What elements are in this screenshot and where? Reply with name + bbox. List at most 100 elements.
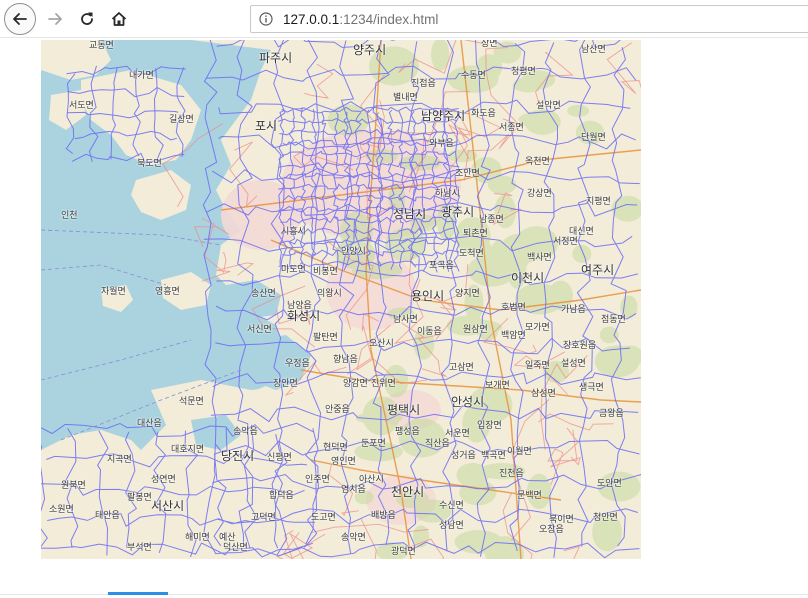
place-label-sangdong: 상면	[481, 40, 498, 49]
place-label-byeollae: 별내면	[393, 93, 418, 103]
place-label-bukdo: 북도면	[137, 159, 162, 169]
info-icon[interactable]	[259, 12, 273, 26]
browser-toolbar: 127.0.0.1:1234/index.html	[0, 0, 808, 38]
place-label-ipjang: 입장면	[477, 421, 502, 431]
place-label-baeksa: 백사면	[527, 253, 552, 263]
place-label-hwado: 화도읍	[471, 109, 496, 119]
place-label-doan: 도안면	[597, 479, 622, 489]
place-label-cheongan: 청안면	[593, 513, 618, 523]
place-label-danwol: 단월면	[581, 133, 606, 143]
place-label-jangan: 장안면	[273, 379, 298, 389]
place-label-hobeop: 호법면	[501, 303, 526, 313]
place-label-seosan: 서산시	[151, 499, 185, 513]
place-label-seongyeon: 성연면	[151, 475, 176, 485]
place-label-jinwi: 진위면	[371, 379, 396, 389]
place-label-songsan: 송산면	[251, 289, 276, 299]
place-label-mogamyeon: 모가면	[525, 323, 550, 333]
place-label-gangsang: 강상면	[527, 189, 552, 199]
place-label-sowon: 소원면	[49, 505, 74, 515]
place-label-bugi: 북이면	[549, 515, 574, 525]
place-label-samseong: 삼성면	[531, 389, 556, 399]
place-label-paengseong: 팽성읍	[395, 427, 420, 437]
place-label-janghowon: 장호원읍	[563, 341, 597, 351]
place-label-taean: 태안읍	[95, 511, 120, 521]
place-label-jeomdong: 점동면	[601, 315, 626, 325]
back-button[interactable]	[4, 3, 36, 35]
place-label-iljuk: 일죽면	[525, 361, 550, 371]
reload-button[interactable]	[72, 5, 102, 33]
place-label-yangji: 양지면	[455, 289, 480, 299]
place-label-sudong: 수동면	[461, 71, 486, 81]
place-label-seokmun: 석문면	[179, 397, 204, 407]
place-label-seonggeo: 성거읍	[451, 451, 476, 461]
place-label-seoun: 서운면	[445, 429, 470, 439]
place-label-jincheon: 진천읍	[499, 469, 524, 479]
map-canvas[interactable]	[41, 40, 641, 559]
home-button[interactable]	[104, 5, 134, 33]
place-label-pyeongtaek: 평택시	[387, 403, 421, 417]
place-label-jipyeong: 지평면	[586, 197, 611, 207]
place-label-idong: 이동읍	[417, 327, 442, 337]
place-label-namyangju: 남양주시	[421, 109, 466, 123]
place-label-jinjeop: 진접읍	[411, 79, 436, 89]
place-label-ujeong: 우정읍	[285, 359, 310, 369]
place-label-hapdeok: 합덕읍	[269, 491, 294, 501]
place-label-seojeongni: 서정면	[553, 237, 578, 247]
place-label-baekgok: 백곡면	[481, 451, 506, 461]
place-label-anjung: 안중읍	[325, 405, 350, 415]
place-label-seongnam2: 성남면	[439, 521, 464, 531]
place-label-palbong: 팔봉면	[127, 493, 152, 503]
place-label-paltan: 팔탄면	[313, 333, 338, 343]
place-label-dangjin: 당진시	[221, 449, 255, 463]
place-label-seongnam: 성남시	[393, 207, 427, 221]
place-label-yeomchi: 염치읍	[341, 485, 366, 495]
place-label-wonsam: 원삼면	[463, 325, 488, 335]
place-label-seosin: 서신면	[247, 325, 272, 335]
place-label-jopeon: 조안면	[455, 169, 480, 179]
place-label-mongsam: 양감면	[343, 379, 368, 389]
place-label-hyeondeok: 현덕면	[323, 443, 348, 453]
place-label-wonbuk: 원북면	[61, 481, 86, 491]
reload-icon	[81, 12, 93, 25]
place-label-daesin: 대신면	[569, 227, 594, 237]
place-label-jiksan: 직산읍	[425, 439, 450, 449]
place-label-yangju: 양주시	[353, 43, 387, 57]
place-label-incheon: 인천	[61, 211, 78, 221]
place-label-toechon: 퇴촌면	[463, 229, 488, 239]
place-label-yongin: 용인시	[411, 289, 445, 303]
place-label-wabu: 와부읍	[429, 139, 454, 149]
place-label-daesan: 대산읍	[137, 419, 162, 429]
place-label-hwaseong: 화성시	[287, 309, 321, 323]
place-label-gilsang: 길상면	[169, 115, 194, 125]
forest-patch	[572, 244, 592, 263]
place-label-namjong: 남종면	[479, 215, 504, 225]
place-label-sinpyeong: 신평면	[267, 453, 292, 463]
place-label-seolseong: 설성면	[561, 359, 586, 369]
address-bar[interactable]: 127.0.0.1:1234/index.html	[250, 5, 808, 33]
place-label-inju: 인주면	[305, 475, 330, 485]
place-label-naega: 내가면	[129, 71, 154, 81]
map-view[interactable]: 교동면 내가면 서도면 길상면 북도면 인천 자월면 영흥면 파주시 양주시 포시 시흥시 안양시 성남시…	[41, 40, 641, 559]
place-label-anseong: 안성시	[451, 395, 485, 409]
bottom-tab-indicator	[108, 592, 168, 595]
url-text: 127.0.0.1:1234/index.html	[283, 12, 438, 27]
forward-button[interactable]	[40, 5, 70, 33]
back-arrow-icon	[13, 13, 27, 25]
forest-patch	[467, 254, 516, 287]
forward-arrow-icon	[48, 13, 62, 25]
place-label-namyang: 남양읍	[287, 301, 312, 311]
place-label-baebang: 배방읍	[371, 511, 396, 521]
place-label-songak: 송악읍	[233, 427, 258, 437]
place-label-yesan: 예산	[219, 533, 236, 543]
place-label-cheonan: 천안시	[391, 485, 425, 499]
forest-patch	[412, 525, 430, 548]
place-label-daeho: 대호지면	[171, 445, 205, 455]
place-label-namsan: 남산면	[581, 45, 606, 55]
place-label-jawol: 자월면	[101, 287, 126, 297]
place-label-gyodong: 교동면	[89, 41, 114, 51]
place-label-gaam: 가남읍	[561, 305, 586, 315]
place-label-gosam: 고삼면	[449, 363, 474, 373]
place-label-jigok: 지곡면	[107, 455, 132, 465]
place-label-godeok: 고덕면	[251, 513, 276, 523]
place-label-yeongheung: 영흥면	[155, 287, 180, 297]
